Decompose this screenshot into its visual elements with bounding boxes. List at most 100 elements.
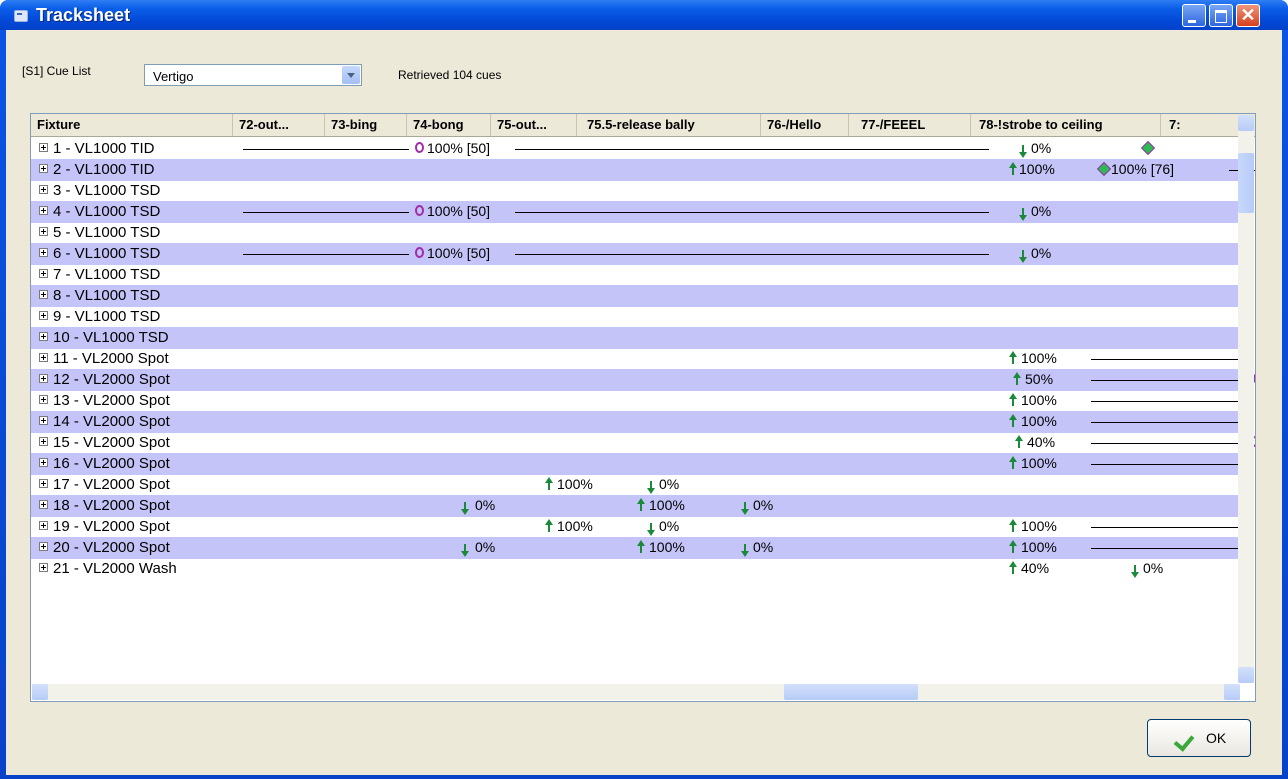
cue-value: 100% bbox=[1021, 539, 1057, 555]
table-row[interactable]: 12 - VL2000 Spot50%50% [76] bbox=[31, 369, 1255, 391]
table-row[interactable]: 19 - VL2000 Spot100%0%100%100% [76] bbox=[31, 516, 1252, 538]
table-row[interactable]: 10 - VL1000 TSD bbox=[31, 327, 1243, 349]
expand-icon[interactable] bbox=[39, 248, 48, 257]
table-row[interactable]: 20 - VL2000 Spot0%100%0%100%100% [76] bbox=[31, 537, 1252, 559]
ok-label: OK bbox=[1206, 730, 1227, 746]
expand-icon[interactable] bbox=[39, 479, 48, 488]
vertical-scroll-thumb[interactable] bbox=[1238, 153, 1254, 213]
close-button[interactable]: ✕ bbox=[1236, 4, 1260, 27]
fixture-name: 7 - VL1000 TSD bbox=[53, 266, 161, 283]
scroll-down-arrow-icon[interactable] bbox=[1238, 667, 1254, 683]
ok-button[interactable]: OK bbox=[1147, 719, 1251, 757]
arrow-down-icon bbox=[647, 523, 655, 536]
scroll-up-arrow-icon[interactable] bbox=[1238, 115, 1254, 131]
track-icon bbox=[415, 142, 424, 153]
scroll-right-arrow-icon[interactable] bbox=[1224, 684, 1240, 700]
expand-icon[interactable] bbox=[39, 563, 48, 572]
table-row[interactable]: 9 - VL1000 TSD bbox=[31, 306, 1243, 328]
table-row[interactable]: 15 - VL2000 Spot40%40% [76] bbox=[31, 432, 1255, 454]
fixture-name: 21 - VL2000 Wash bbox=[53, 560, 177, 577]
expand-icon[interactable] bbox=[39, 353, 48, 362]
column-header-75[interactable]: 75-out... bbox=[491, 114, 577, 136]
expand-icon[interactable] bbox=[39, 395, 48, 404]
table-row[interactable]: 14 - VL2000 Spot100%100% [76] bbox=[31, 411, 1252, 433]
cue-value: 0% bbox=[753, 497, 774, 513]
cue-value: 0% bbox=[659, 476, 680, 492]
minimize-button[interactable] bbox=[1182, 4, 1206, 27]
expand-icon[interactable] bbox=[39, 185, 48, 194]
table-row[interactable]: 16 - VL2000 Spot100%100% [76] bbox=[31, 453, 1252, 475]
horizontal-scrollbar[interactable] bbox=[32, 684, 1240, 700]
cue-list-label: [S1] Cue List bbox=[22, 64, 91, 78]
expand-icon[interactable] bbox=[39, 521, 48, 530]
cue-value: 100% bbox=[1021, 350, 1057, 366]
arrow-up-icon bbox=[1015, 435, 1023, 448]
expand-icon[interactable] bbox=[39, 542, 48, 551]
horizontal-scroll-thumb[interactable] bbox=[784, 684, 918, 700]
column-header-75-5[interactable]: 75.5-release bally bbox=[577, 114, 761, 136]
column-header-73[interactable]: 73-bing bbox=[325, 114, 407, 136]
tracksheet-grid[interactable]: Fixture 72-out... 73-bing 74-bong 75-out… bbox=[30, 113, 1256, 702]
chevron-down-icon[interactable] bbox=[342, 66, 360, 84]
arrow-down-icon bbox=[461, 544, 469, 557]
table-row[interactable]: 4 - VL1000 TSD 100% [50] 0% bbox=[31, 201, 1243, 223]
expand-icon[interactable] bbox=[39, 458, 48, 467]
fixture-name: 12 - VL2000 Spot bbox=[53, 371, 170, 388]
cue-list-select[interactable]: Vertigo bbox=[144, 64, 362, 86]
table-row[interactable]: 6 - VL1000 TSD 100% [50] 0% bbox=[31, 243, 1243, 265]
fixture-name: 2 - VL1000 TID bbox=[53, 161, 155, 178]
arrow-down-icon bbox=[741, 544, 749, 557]
arrow-up-icon bbox=[1013, 372, 1021, 385]
expand-icon[interactable] bbox=[39, 227, 48, 236]
table-row[interactable]: 21 - VL2000 Wash 40% 0% bbox=[31, 558, 1243, 580]
tracking-line bbox=[515, 212, 989, 213]
cue-value: 0% bbox=[659, 518, 680, 534]
maximize-button[interactable] bbox=[1209, 4, 1233, 27]
expand-icon[interactable] bbox=[39, 311, 48, 320]
expand-icon[interactable] bbox=[39, 269, 48, 278]
expand-icon[interactable] bbox=[39, 332, 48, 341]
expand-icon[interactable] bbox=[39, 164, 48, 173]
table-row[interactable]: 7 - VL1000 TSD bbox=[31, 264, 1243, 286]
arrow-down-icon bbox=[461, 502, 469, 515]
expand-icon[interactable] bbox=[39, 206, 48, 215]
tracking-line bbox=[1091, 380, 1241, 381]
column-header-78[interactable]: 78-!strobe to ceiling bbox=[971, 114, 1161, 136]
expand-icon[interactable] bbox=[39, 500, 48, 509]
table-row[interactable]: 8 - VL1000 TSD bbox=[31, 285, 1243, 307]
column-header-76[interactable]: 76-/Hello bbox=[761, 114, 849, 136]
column-header-77[interactable]: 77-/FEEEL bbox=[849, 114, 971, 136]
expand-icon[interactable] bbox=[39, 374, 48, 383]
fixture-name: 19 - VL2000 Spot bbox=[53, 518, 170, 535]
table-row[interactable]: 18 - VL2000 Spot 0% 100% 0% bbox=[31, 495, 1243, 517]
arrow-down-icon bbox=[741, 502, 749, 515]
table-row[interactable]: 1 - VL1000 TID 100% [50] 0% bbox=[31, 138, 1243, 160]
cue-value: 100% bbox=[649, 539, 685, 555]
column-header-79[interactable]: 7: bbox=[1161, 114, 1241, 136]
table-row[interactable]: 17 - VL2000 Spot 100% 0% bbox=[31, 474, 1243, 496]
tracking-line bbox=[243, 254, 409, 255]
title-bar[interactable]: Tracksheet ✕ bbox=[0, 0, 1288, 30]
column-header-fixture[interactable]: Fixture bbox=[31, 114, 233, 136]
window-icon bbox=[14, 10, 28, 22]
table-row[interactable]: 5 - VL1000 TSD bbox=[31, 222, 1243, 244]
expand-icon[interactable] bbox=[39, 416, 48, 425]
table-row[interactable]: 3 - VL1000 TSD bbox=[31, 180, 1243, 202]
table-row[interactable]: 2 - VL1000 TID100%100% [76]100% [76] - bbox=[31, 159, 1255, 181]
arrow-up-icon bbox=[637, 540, 645, 553]
expand-icon[interactable] bbox=[39, 290, 48, 299]
table-row[interactable]: 13 - VL2000 Spot100%100% [76] bbox=[31, 390, 1252, 412]
vertical-scrollbar[interactable] bbox=[1238, 115, 1254, 683]
column-header-72[interactable]: 72-out... bbox=[233, 114, 325, 136]
scroll-left-arrow-icon[interactable] bbox=[32, 684, 48, 700]
window-title: Tracksheet bbox=[36, 5, 131, 25]
expand-icon[interactable] bbox=[39, 437, 48, 446]
arrow-down-icon bbox=[1019, 145, 1027, 158]
diamond-icon bbox=[1140, 140, 1156, 156]
expand-icon[interactable] bbox=[39, 143, 48, 152]
arrow-down-icon bbox=[1019, 208, 1027, 221]
table-row[interactable]: 11 - VL2000 Spot100%100% [76] bbox=[31, 348, 1252, 370]
track-icon bbox=[415, 247, 424, 258]
cue-value: 0% bbox=[475, 539, 496, 555]
column-header-74[interactable]: 74-bong bbox=[407, 114, 491, 136]
